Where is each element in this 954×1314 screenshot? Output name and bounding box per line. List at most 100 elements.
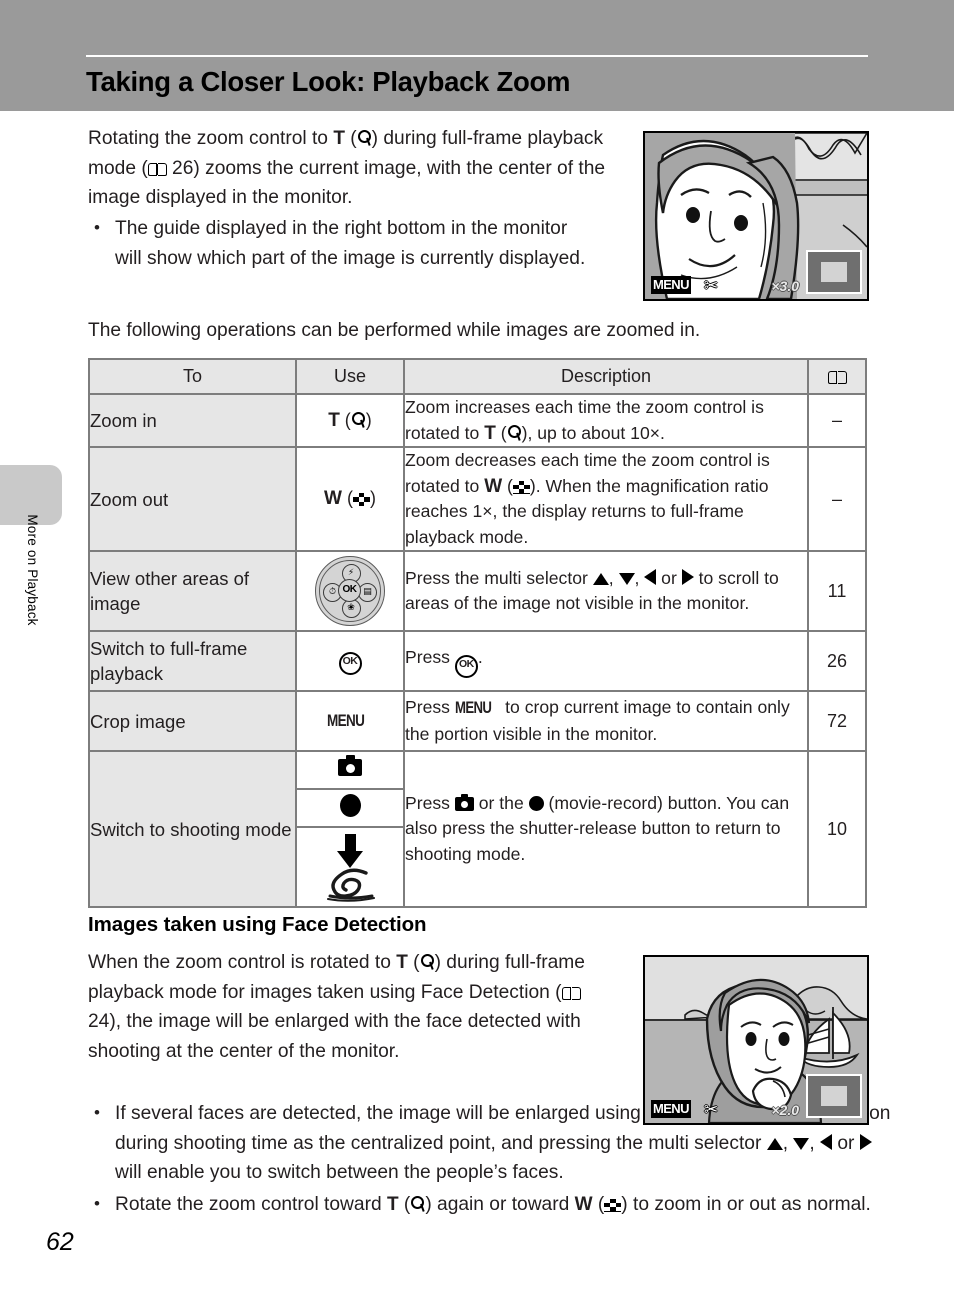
ok-button-icon: OK: [338, 579, 361, 602]
row-label-crop-image: Crop image: [88, 690, 297, 752]
movie-record-icon: [339, 794, 361, 817]
table-row: Crop image MENU Press MENU to crop curre…: [88, 690, 867, 752]
arrow-right-icon: [681, 568, 694, 585]
arrow-down-icon: [618, 572, 635, 585]
face-bullet-2: Rotate the zoom control toward T () agai…: [88, 1189, 895, 1220]
multi-selector-icon: ⚡ ⏱ ▤ ❀ OK: [315, 556, 385, 626]
desc-text-b: or the: [473, 792, 529, 813]
zoom-guide-icon: [806, 1074, 862, 1118]
row-page-crop-image: 72: [807, 690, 867, 752]
row-use-view-other-areas: ⚡ ⏱ ▤ ❀ OK: [295, 550, 405, 632]
arrow-left-icon: [644, 568, 657, 585]
row-page-view-other-areas: 11: [807, 550, 867, 632]
desc-text-c: ,: [634, 567, 645, 588]
intro-text-2: (: [344, 128, 357, 149]
ok-button-icon: OK: [454, 654, 478, 678]
table-row: View other areas of image ⚡ ⏱ ▤ ❀ OK Pre…: [88, 550, 867, 632]
desc-text-a: Press the multi selector: [405, 567, 593, 588]
row-label-switch-shooting-mode: Switch to shooting mode: [88, 750, 297, 908]
table-row: Zoom in T () Zoom increases each time th…: [88, 393, 867, 448]
bullet1-text-c: ,: [809, 1132, 821, 1154]
face-text-1: When the zoom control is rotated to: [88, 952, 397, 973]
row-page-zoom-in: –: [807, 393, 867, 448]
monitor-illustration-top: MENU ✂ ×3.0: [643, 131, 869, 301]
camera-button-cell: [297, 752, 403, 790]
book-icon: [147, 162, 167, 176]
row-page-switch-shooting-mode: 10: [807, 750, 867, 908]
magnify-icon: [410, 1195, 425, 1213]
wide-label: W: [324, 488, 342, 509]
monitor-illustration-bottom: MENU ✂ ×2.0: [643, 955, 869, 1125]
row-desc-zoom-in: Zoom increases each time the zoom contro…: [403, 393, 809, 448]
desc-text-a: Press: [405, 646, 455, 667]
shutter-finger-artwork: [327, 868, 375, 902]
book-icon: [827, 370, 847, 384]
table-lead-in: The following operations can be performe…: [88, 320, 701, 341]
row-use-zoom-out: W (): [295, 446, 405, 552]
intro-text-1: Rotating the zoom control to: [88, 128, 334, 149]
page-header-banner: Taking a Closer Look: Playback Zoom: [0, 0, 954, 111]
magnify-icon: [420, 954, 435, 971]
wide-view-icon: [512, 480, 530, 494]
wide-view-icon: [352, 493, 370, 506]
row-desc-switch-shooting-mode: Press or the (movie-record) button. You …: [403, 750, 809, 908]
face-text-2: (: [407, 952, 420, 973]
zoom-ratio-label: ×2.0: [771, 1102, 799, 1118]
desc-text-b: ,: [608, 567, 619, 588]
magnify-icon: [351, 411, 366, 429]
tele-label: T: [396, 952, 408, 973]
arrow-down-icon: [793, 1137, 810, 1150]
page-number: 62: [46, 1228, 74, 1256]
movie-record-icon: [528, 795, 544, 811]
arrow-right-icon: [859, 1133, 872, 1150]
row-use-zoom-in: T (): [295, 393, 405, 448]
desc-text-b: (: [495, 422, 507, 443]
table-row: Switch to shooting mode Press or the (mo…: [88, 750, 867, 908]
shooting-mode-icon-stack: [297, 752, 403, 906]
header-page-reference: [807, 358, 867, 395]
desc-text-a: Press: [405, 792, 455, 813]
row-desc-view-other-areas: Press the multi selector , , or to scrol…: [403, 550, 809, 632]
face-detection-heading: Images taken using Face Detection: [88, 913, 427, 936]
section-tab-label: More on Playback: [25, 514, 40, 626]
bullet1-text-b: ,: [782, 1132, 794, 1154]
row-label-view-other-areas: View other areas of image: [88, 550, 297, 632]
ok-button-icon: OK: [338, 652, 362, 675]
header-rule: [86, 55, 868, 57]
magnify-icon: [507, 424, 522, 442]
desc-text-b: (: [502, 475, 513, 496]
bullet1-text-d: or: [832, 1132, 860, 1154]
page-title: Taking a Closer Look: Playback Zoom: [86, 66, 571, 97]
row-use-crop-image: MENU: [295, 690, 405, 752]
magnify-icon: [357, 130, 372, 147]
wide-label: W: [484, 475, 503, 497]
tele-label: T: [386, 1193, 399, 1215]
row-use-full-frame-playback: OK: [295, 630, 405, 692]
desc-text-d: or: [656, 567, 682, 588]
menu-button-icon: MENU: [454, 699, 492, 717]
bullet2-text-a: Rotate the zoom control toward: [115, 1193, 387, 1215]
zoom-ratio-label: ×3.0: [771, 278, 799, 294]
scissors-icon: ✂: [704, 1100, 719, 1119]
arrow-left-icon: [820, 1133, 833, 1150]
row-desc-crop-image: Press MENU to crop current image to cont…: [403, 690, 809, 752]
monitor-menu-badge: MENU: [651, 1100, 691, 1118]
desc-text-a: Press: [405, 697, 455, 717]
bullet2-text-d: (: [592, 1193, 605, 1215]
zoom-guide-icon: [806, 250, 862, 294]
header-description: Description: [403, 358, 809, 395]
arrow-up-icon: [766, 1137, 783, 1150]
table-header-row: To Use Description: [88, 358, 867, 395]
tele-label: T: [484, 422, 496, 444]
row-label-zoom-in: Zoom in: [88, 393, 297, 448]
wide-view-icon: [604, 1198, 622, 1212]
row-page-zoom-out: –: [807, 446, 867, 552]
intro-paragraph: Rotating the zoom control to T () during…: [88, 124, 613, 213]
bullet2-text-b: (: [398, 1193, 411, 1215]
book-icon: [561, 986, 581, 1000]
row-use-switch-shooting-mode: [295, 750, 405, 908]
header-use: Use: [295, 358, 405, 395]
desc-text-b: .: [477, 646, 483, 667]
row-label-zoom-out: Zoom out: [88, 446, 297, 552]
arrow-down-icon: [337, 834, 363, 868]
